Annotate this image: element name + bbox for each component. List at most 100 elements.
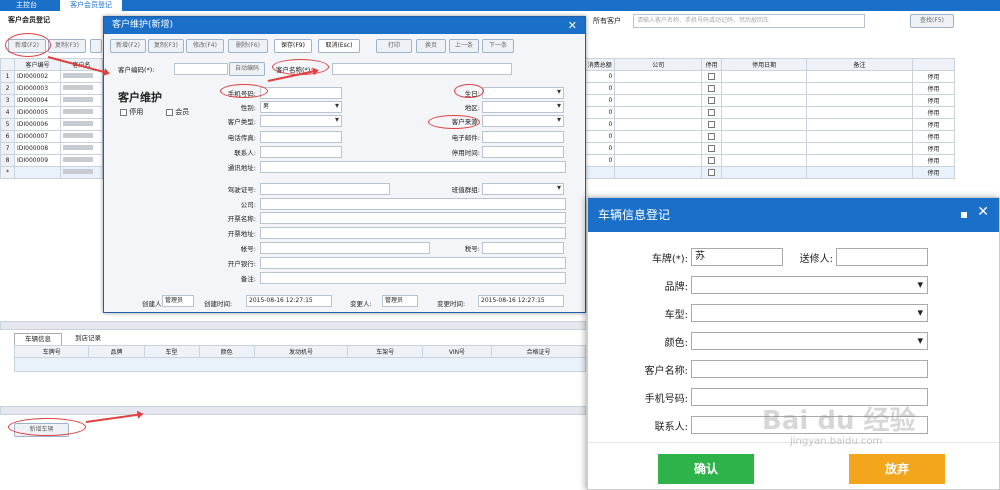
dialog-next-button[interactable]: 下一条 [482, 39, 514, 53]
field-input[interactable] [482, 146, 564, 158]
blurred-text [62, 145, 93, 150]
field-input[interactable] [482, 242, 564, 254]
tab-main-console[interactable]: 主控台 [6, 0, 47, 11]
field-input[interactable] [260, 146, 342, 158]
watermark-url: jingyan.baidu.com [790, 436, 883, 447]
customer-name-cell [59, 142, 103, 155]
customer-id-cell: IDI000003 [13, 82, 61, 95]
vehicle-column-header: 品牌 [88, 345, 145, 358]
customer-name-input[interactable] [691, 360, 928, 378]
total-cell [584, 166, 616, 179]
search-button[interactable]: 查找(F5) [910, 14, 954, 28]
vehicle-column-header: 车型 [143, 345, 200, 358]
minimize-icon[interactable] [961, 212, 967, 218]
dialog-delete-button[interactable]: 删除(F6) [228, 39, 268, 53]
disable-button[interactable]: 停用 [911, 70, 956, 83]
customer-code-input[interactable] [174, 63, 228, 75]
annotation-circle [8, 418, 86, 436]
customer-id-cell: IDI000006 [13, 118, 61, 131]
vehicle-column-header: 车牌号 [13, 345, 90, 358]
disable-button[interactable]: 停用 [911, 106, 956, 119]
disabled-cell[interactable] [701, 70, 723, 83]
field-input[interactable] [482, 101, 564, 113]
disabled-cell[interactable] [701, 130, 723, 143]
disable-button[interactable]: 停用 [911, 142, 956, 155]
total-cell: 0 [584, 118, 616, 131]
field-input[interactable] [260, 257, 566, 269]
brand-select[interactable] [691, 276, 928, 294]
field-input[interactable] [482, 131, 564, 143]
field-input[interactable] [260, 183, 390, 195]
copy-button[interactable]: 复制(F3) [48, 39, 86, 53]
field-input[interactable] [260, 227, 566, 239]
customer-id-cell: IDI000005 [13, 106, 61, 119]
dialog-copy-button[interactable]: 复制(F3) [148, 39, 184, 53]
field-input[interactable] [482, 87, 564, 99]
checkbox-icon [708, 145, 716, 152]
disabled-cell[interactable] [701, 106, 723, 119]
disabled-date-cell [721, 166, 808, 179]
field-input[interactable] [260, 87, 342, 99]
tab-visit-records[interactable]: 到店记录 [64, 333, 112, 345]
dialog-new-button[interactable]: 新增(F2) [110, 39, 146, 53]
member-checkbox[interactable]: 会员 [166, 107, 189, 117]
checkbox-icon [708, 73, 716, 80]
disable-button[interactable]: 停用 [911, 154, 956, 167]
disable-button[interactable]: 停用 [911, 94, 956, 107]
horizontal-scrollbar[interactable] [0, 321, 586, 330]
company-cell [614, 106, 703, 119]
gender-select[interactable]: 男 [260, 101, 342, 113]
more-button[interactable] [90, 39, 102, 53]
dialog-switch-button[interactable]: 换页 [416, 39, 446, 53]
dialog-prev-button[interactable]: 上一条 [449, 39, 479, 53]
field-label: 开票名称: [227, 215, 256, 223]
remark-cell [806, 130, 913, 143]
row-header-corner [0, 58, 15, 71]
field-input[interactable] [260, 115, 342, 127]
vehicle-column-header: 合格证号 [491, 345, 586, 358]
disabled-cell[interactable] [701, 82, 723, 95]
close-icon[interactable]: ✕ [568, 19, 577, 32]
field-input[interactable] [260, 131, 342, 143]
plate-label: 车牌(*): [651, 254, 688, 265]
field-input[interactable] [482, 115, 564, 127]
vehicle-scrollbar[interactable] [0, 406, 586, 415]
disabled-cell[interactable] [701, 118, 723, 131]
model-select[interactable] [691, 304, 928, 322]
field-input[interactable] [260, 198, 566, 210]
disable-button[interactable]: 停用 [911, 166, 956, 179]
search-input[interactable]: 请输入客户名称、手机号码或动记码，然后敲回车 [633, 14, 865, 28]
confirm-button[interactable]: 确认 [658, 454, 754, 484]
annotation-circle [428, 115, 480, 129]
disabled-cell[interactable] [701, 154, 723, 167]
dialog-cancel-button[interactable]: 取消(Esc) [318, 39, 360, 53]
customer-name-input[interactable] [332, 63, 512, 75]
tab-member-registration[interactable]: 客户会员登记 [60, 0, 122, 11]
color-select[interactable] [691, 332, 928, 350]
blurred-text [62, 157, 93, 162]
disable-button[interactable]: 停用 [911, 82, 956, 95]
cancel-button[interactable]: 放弃 [849, 454, 945, 484]
field-label: 性别: [240, 104, 256, 112]
auto-code-button[interactable]: 自动编码 [229, 62, 265, 76]
field-input[interactable] [260, 212, 566, 224]
dialog-edit-button[interactable]: 修改(F4) [186, 39, 224, 53]
dialog-print-button[interactable]: 打印 [376, 39, 412, 53]
field-input[interactable] [260, 242, 430, 254]
dialog-save-button[interactable]: 保存(F9) [274, 39, 312, 53]
tab-vehicle-info[interactable]: 车辆信息 [14, 333, 62, 345]
field-input[interactable] [482, 183, 564, 195]
disabled-date-cell [721, 154, 808, 167]
close-icon[interactable]: ✕ [977, 204, 989, 220]
disabled-checkbox[interactable]: 停用 [120, 107, 143, 117]
field-input[interactable] [260, 161, 566, 173]
repair-person-input[interactable] [836, 248, 928, 266]
disabled-cell[interactable] [701, 94, 723, 107]
disable-button[interactable]: 停用 [911, 118, 956, 131]
field-input[interactable] [260, 272, 566, 284]
customer-name-cell [59, 70, 103, 83]
disable-button[interactable]: 停用 [911, 130, 956, 143]
total-cell: 0 [584, 70, 616, 83]
disabled-cell[interactable] [701, 166, 723, 179]
disabled-cell[interactable] [701, 142, 723, 155]
